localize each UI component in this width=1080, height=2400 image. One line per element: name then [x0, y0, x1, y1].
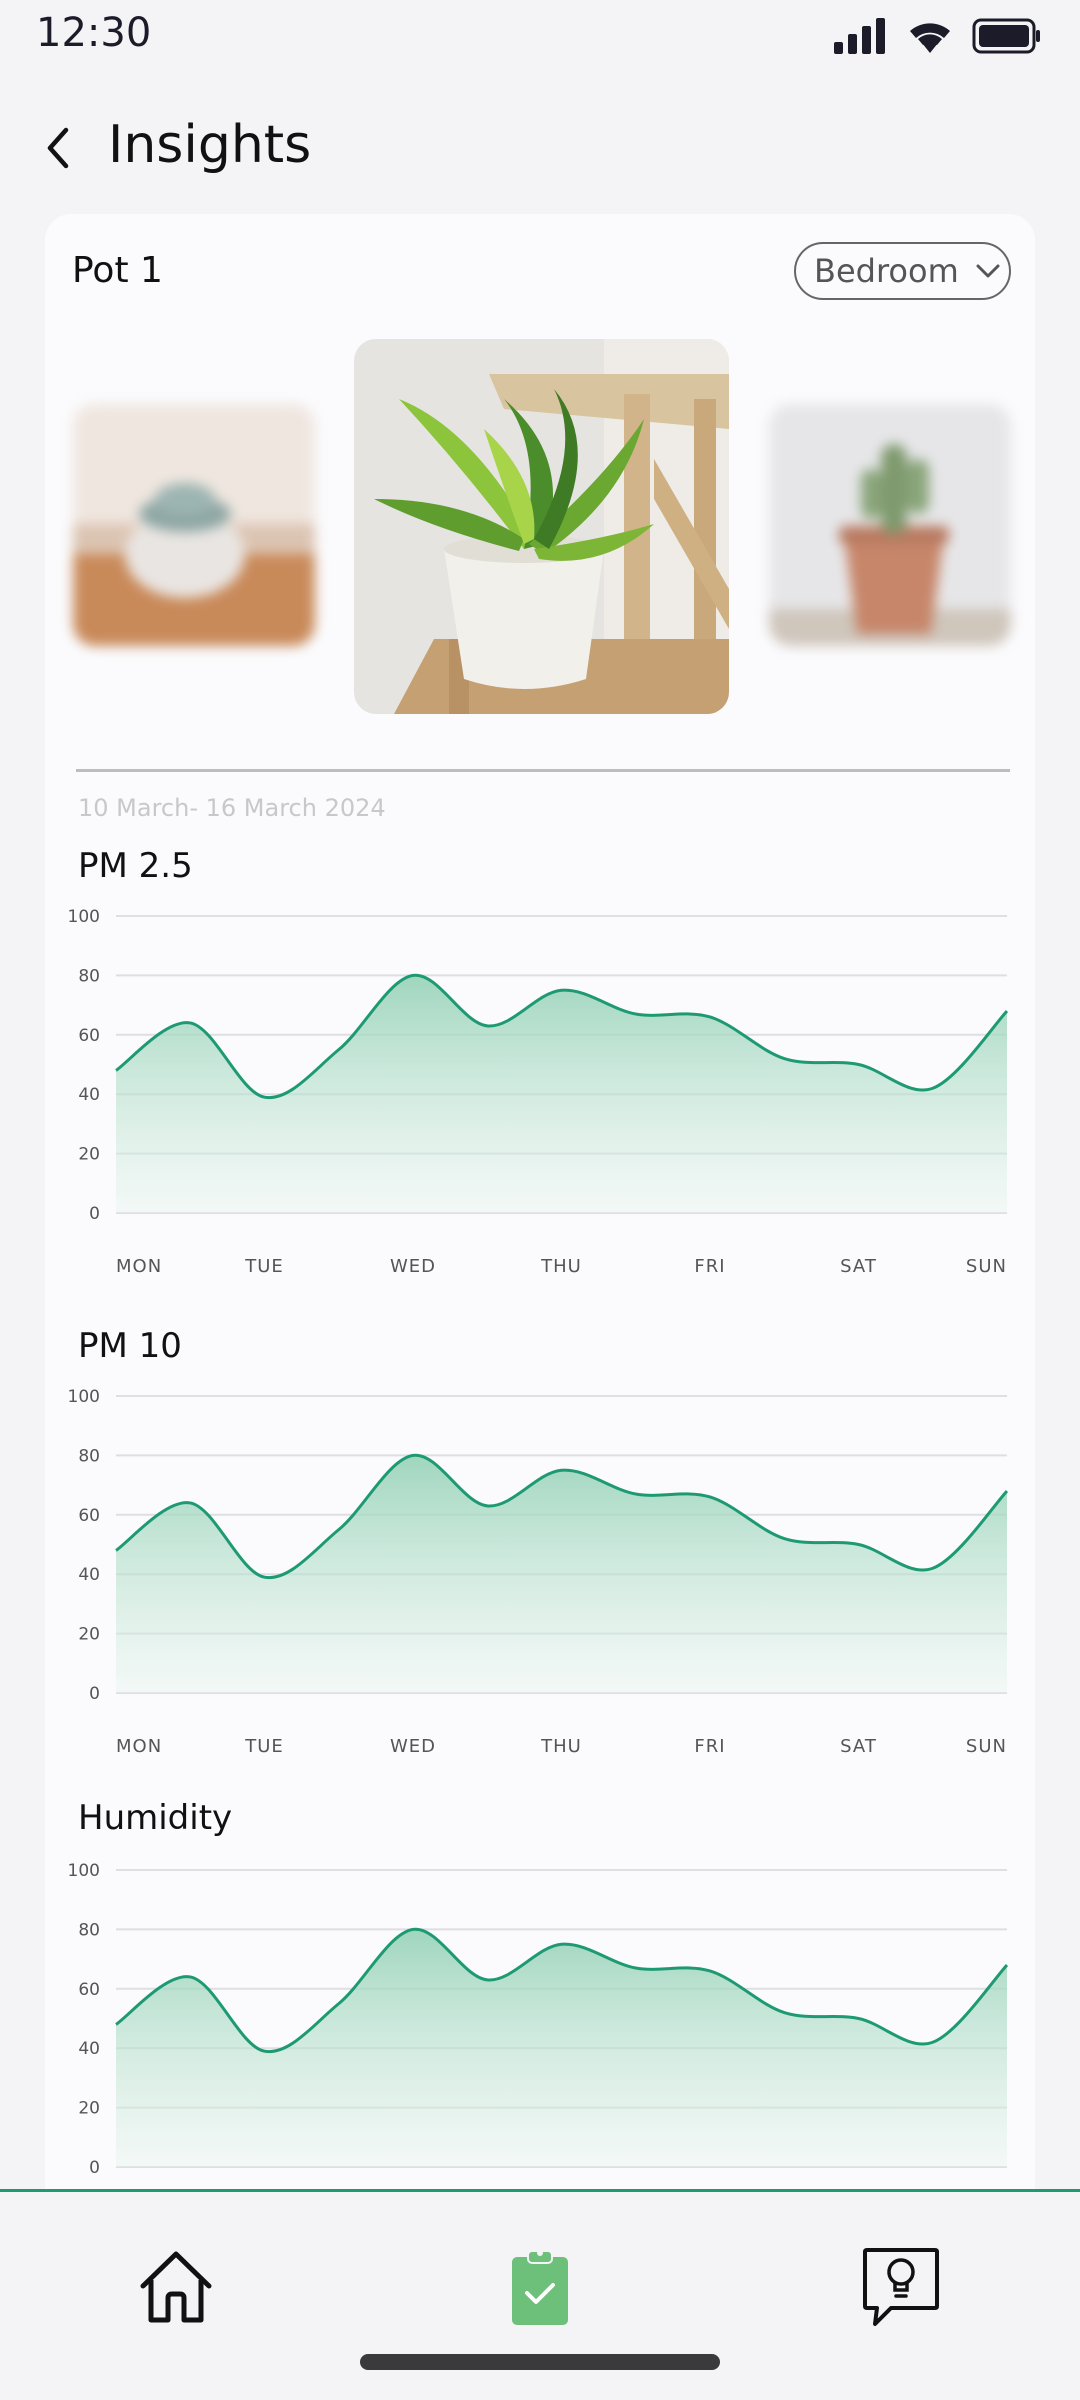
x-tick-label: FRI	[694, 1736, 725, 1757]
chart-pm10: PM 10 0 20 40 60 80 100 MON TUE WED THU FRI SAT SUN	[45, 1326, 1035, 1796]
back-button[interactable]	[30, 118, 86, 178]
x-tick-label: WED	[390, 1256, 436, 1277]
home-indicator	[360, 2354, 720, 2370]
x-tick-label: WED	[390, 1736, 436, 1757]
chart-title: PM 10	[78, 1326, 182, 1366]
tips-lightbulb-icon	[863, 2248, 939, 2326]
battery-icon	[972, 18, 1040, 54]
y-tick-label: 80	[78, 966, 100, 986]
y-tick-label: 20	[78, 1625, 100, 1645]
y-tick-label: 80	[78, 1920, 100, 1940]
x-tick-label: TUE	[244, 1736, 284, 1757]
chevron-down-icon	[976, 264, 1000, 278]
y-tick-label: 60	[78, 1506, 100, 1526]
y-tick-label: 60	[78, 1026, 100, 1046]
y-tick-label: 0	[89, 1204, 100, 1224]
x-tick-label: SAT	[840, 1256, 877, 1277]
nav-tips[interactable]	[845, 2237, 957, 2337]
status-bar: 12:30	[0, 0, 1080, 70]
y-tick-label: 0	[89, 2158, 100, 2178]
chevron-left-icon	[47, 127, 69, 169]
status-time: 12:30	[36, 10, 152, 56]
chart-pm25-plot: 0 20 40 60 80 100 MON TUE WED THU FRI SAT SUN	[68, 907, 1009, 1277]
x-tick-label: SAT	[840, 1736, 877, 1757]
date-range: 10 March- 16 March 2024	[78, 794, 386, 822]
header: Insights	[0, 100, 1080, 200]
wifi-icon	[910, 23, 950, 53]
series-area	[116, 975, 1007, 1213]
y-tick-label: 100	[68, 1861, 100, 1881]
y-tick-label: 40	[78, 1565, 100, 1585]
plant-image-previous[interactable]	[73, 404, 315, 646]
x-tick-label: THU	[540, 1256, 582, 1277]
plant-image-next[interactable]	[769, 404, 1011, 646]
y-tick-label: 20	[78, 2099, 100, 2119]
series-area	[116, 1455, 1007, 1693]
nav-tasks[interactable]	[484, 2232, 596, 2342]
y-tick-label: 100	[68, 907, 100, 927]
y-tick-label: 20	[78, 1145, 100, 1165]
pot-name: Pot 1	[72, 250, 163, 291]
section-divider	[76, 769, 1010, 772]
insights-card: Pot 1 Bedroom 10 March- 16 March 2024 PM…	[45, 214, 1035, 2254]
x-tick-label: THU	[540, 1736, 582, 1757]
chart-title: PM 2.5	[78, 846, 193, 886]
x-tick-label: TUE	[244, 1256, 284, 1277]
status-icons	[832, 14, 1042, 58]
clipboard-check-icon	[512, 2250, 568, 2325]
plant-image-current[interactable]	[354, 339, 729, 714]
y-tick-label: 40	[78, 2039, 100, 2059]
room-select-value: Bedroom	[814, 252, 959, 290]
x-tick-label: FRI	[694, 1256, 725, 1277]
x-tick-label: MON	[116, 1736, 162, 1757]
y-tick-label: 100	[68, 1387, 100, 1407]
y-tick-label: 80	[78, 1446, 100, 1466]
x-tick-label: SUN	[966, 1256, 1007, 1277]
home-icon	[140, 2251, 212, 2323]
y-tick-label: 60	[78, 1980, 100, 2000]
y-tick-label: 40	[78, 1085, 100, 1105]
y-tick-label: 0	[89, 1684, 100, 1704]
chart-title: Humidity	[78, 1798, 233, 1838]
x-tick-label: MON	[116, 1256, 162, 1277]
chart-pm25: PM 2.5 0 20 40 60 80 100 MON TUE WED THU FRI SAT SUN	[45, 846, 1035, 1316]
series-area	[116, 1929, 1007, 2167]
chart-humidity: Humidity 020406080100MONTUEWEDTHUFRISATS…	[45, 1798, 1035, 2254]
nav-home[interactable]	[120, 2237, 232, 2337]
chart-pm10-plot: 0 20 40 60 80 100 MON TUE WED THU FRI SAT SUN	[68, 1387, 1009, 1757]
page-title: Insights	[108, 115, 312, 175]
x-tick-label: SUN	[966, 1736, 1007, 1757]
signal-icon	[834, 18, 885, 54]
room-select[interactable]: Bedroom	[794, 242, 1011, 300]
